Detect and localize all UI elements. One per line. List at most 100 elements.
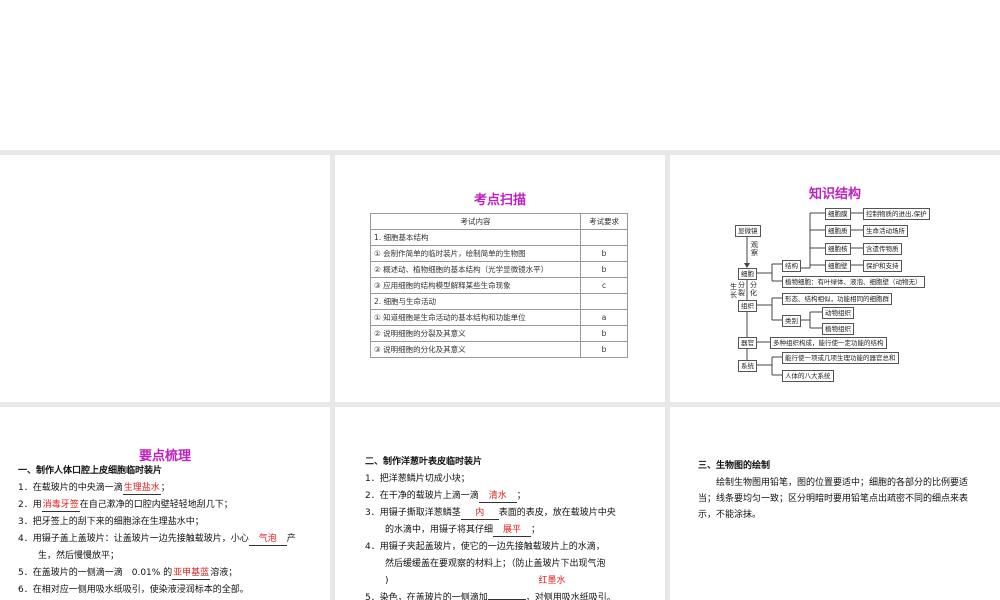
slide-body: 一、制作人体口腔上皮细胞临时装片 1．在载玻片的中央滴一滴生理盐水； 2．用消毒牙… [18, 463, 296, 599]
line-text: 的水滴中，用镊子将其仔细 [385, 525, 494, 535]
exam-requirement-cell: b [580, 261, 628, 278]
nucleus-node: 细胞核 [825, 243, 851, 255]
exam-content-cell: ① 知道细胞是生命活动的基本结构和功能单位 [370, 309, 581, 326]
table-row: ① 知道细胞是生命活动的基本结构和功能单位 a [370, 309, 628, 326]
exam-content-cell: ③ 说明细胞的分化及其意义 [370, 341, 581, 358]
table-row: ③ 说明细胞的分化及其意义 b [370, 341, 628, 358]
exam-content-cell: ③ 应用细胞的结构模型解释某些生命现象 [370, 277, 581, 294]
table-row: ① 会制作简单的临时装片，绘制简单的生物图 b [370, 245, 628, 262]
slide-body: 二、制作洋葱叶表皮临时装片 1．把洋葱鳞片切成小块； 2．在干净的载玻片上滴一滴清… [365, 454, 616, 600]
answer-text: 红墨水 [538, 576, 566, 586]
animal-tissue-node: 动物组织 [822, 307, 854, 319]
line-text: 2．在干净的载玻片上滴一滴 [365, 491, 479, 501]
nucleus-function: 含遗传物质 [863, 243, 902, 255]
slide-thumbnail-2[interactable]: 考点扫描 考试内容 考试要求 1. 细胞基本结构 ① 会制作简单的临时装片，绘制简… [335, 155, 665, 402]
line-text: 5．染色，在盖玻片的一侧滴加 [365, 593, 488, 600]
answer-blank: 消毒牙签 [41, 500, 80, 512]
line-text: 在自己漱净的口腔内壁轻轻地刮几下； [79, 500, 233, 510]
section-heading: 二、制作洋葱叶表皮临时装片 [365, 457, 483, 467]
line-text: ； [531, 525, 541, 535]
answer-blank: 展平 [493, 525, 532, 537]
exam-table: 考试内容 考试要求 1. 细胞基本结构 ① 会制作简单的临时装片，绘制简单的生物图… [370, 213, 628, 358]
line-text: ； [516, 491, 526, 501]
system-node: 系统 [738, 360, 757, 372]
table-row: 2. 细胞与生命活动 [370, 293, 628, 310]
answer-blank: 清水 [478, 491, 517, 503]
table-header-row: 考试内容 考试要求 [370, 213, 628, 230]
exam-content-cell: ② 说明细胞的分裂及其意义 [370, 325, 581, 342]
list-item: 4．用镊子盖上盖玻片：让盖玻片一边先接触载玻片，小心 气泡产 [18, 531, 296, 548]
slide-title: 要点梳理 [138, 449, 191, 464]
exam-requirement-cell: b [580, 325, 628, 342]
list-item: 5．染色，在盖玻片的一侧滴加 ，对侧用吸水纸吸引。 [365, 590, 616, 600]
table-row: ② 说明细胞的分裂及其意义 b [370, 325, 628, 342]
slide-body: 三、生物图的绘制 绘制生物图用铅笔，图的位置要适中；细胞的各部分的比例要适当；线… [698, 458, 978, 523]
exam-requirement-cell: c [580, 277, 628, 294]
list-item: 3．用镊子撕取洋葱鳞茎内表面的表皮，放在载玻片中央 [365, 505, 616, 522]
section-heading: 三、生物图的绘制 [698, 461, 771, 471]
membrane-node: 细胞膜 [825, 208, 851, 220]
list-item: 然后缓缓盖在要观察的材料上；（防止盖玻片下出现气泡 [365, 556, 616, 573]
differentiation-label: 分化 [750, 281, 757, 297]
slide-thumbnail-5[interactable]: 二、制作洋葱叶表皮临时装片 1．把洋葱鳞片切成小块； 2．在干净的载玻片上滴一滴清… [335, 407, 665, 600]
line-text: 溶液； [210, 568, 238, 578]
line-text: ，对侧用吸水纸吸引。 [525, 593, 616, 600]
exam-requirement-cell [580, 229, 628, 246]
membrane-function: 控制物质的进出,保护 [863, 208, 930, 220]
cytoplasm-function: 生命活动场所 [863, 225, 908, 237]
answer-blank: 气泡 [248, 534, 287, 546]
list-item: 5．在盖玻片的一侧滴一滴 0.01% 的亚甲基蓝溶液； [18, 565, 296, 582]
answer-blank: 内 [460, 508, 499, 520]
line-text: 表面的表皮，放在载玻片中央 [498, 508, 616, 518]
cytoplasm-node: 细胞质 [825, 225, 851, 237]
slide-thumbnail-6[interactable]: 三、生物图的绘制 绘制生物图用铅笔，图的位置要适中；细胞的各部分的比例要适当；线… [670, 407, 1000, 600]
plant-cell-node: 植物细胞：有叶绿体、液泡、细胞壁（动物无） [782, 276, 925, 288]
line-text: 3．把牙签上的刮下来的细胞涂在生理盐水中； [18, 517, 204, 527]
exam-requirement-cell: b [580, 341, 628, 358]
list-item: 1．在载玻片的中央滴一滴生理盐水； [18, 480, 296, 497]
table-row: ② 概述动、植物细胞的基本结构（光学显微镜水平） b [370, 261, 628, 278]
system-definition: 能行使一项或几项生理功能的器官总和 [782, 352, 899, 364]
line-text: 生，然后慢慢放平； [38, 551, 120, 561]
slide-thumbnail-1[interactable] [0, 155, 330, 402]
division-label: 分裂 [738, 281, 745, 297]
list-item: ) 红墨水 [365, 573, 616, 590]
exam-requirement-cell: a [580, 309, 628, 326]
line-text: ) [385, 576, 389, 586]
line-text: 然后缓缓盖在要观察的材料上；（防止盖玻片下出现气泡 [385, 559, 606, 569]
wall-node: 细胞壁 [825, 260, 851, 272]
cell-node: 细胞 [738, 268, 757, 280]
slide-thumbnail-4[interactable]: 要点梳理 一、制作人体口腔上皮细胞临时装片 1．在载玻片的中央滴一滴生理盐水； 2… [0, 407, 330, 600]
line-text: 产 [286, 534, 296, 544]
slide-title: 考点扫描 [473, 193, 526, 208]
paragraph: 绘制生物图用铅笔，图的位置要适中；细胞的各部分的比例要适当；线条要均匀一致；区分… [698, 478, 969, 520]
structure-node: 结构 [782, 260, 801, 272]
slide-thumbnail-3[interactable]: 知识结构 显微镜 观察 细胞 结构 细胞膜 控制物质的进出,保护 细胞质 生命活… [670, 155, 1000, 402]
line-text: 1．在载玻片的中央滴一滴 [18, 483, 123, 493]
answer-blank: 生理盐水 [122, 483, 161, 495]
table-row: ③ 应用细胞的结构模型解释某些生命现象 c [370, 277, 628, 294]
line-text: 3．用镊子撕取洋葱鳞茎 [365, 508, 461, 518]
column-header: 考试内容 [370, 213, 581, 230]
answer-blank: 亚甲基蓝 [172, 568, 211, 580]
column-header: 考试要求 [580, 213, 628, 230]
exam-content-cell: 1. 细胞基本结构 [370, 229, 581, 246]
exam-requirement-cell: b [580, 245, 628, 262]
line-text: 6．在相对应一侧用吸水纸吸引，使染液浸润标本的全部。 [18, 585, 249, 595]
list-item: 生，然后慢慢放平； [18, 548, 296, 565]
wall-function: 保护和支持 [863, 260, 902, 272]
list-item: 3．把牙签上的刮下来的细胞涂在生理盐水中； [18, 514, 296, 531]
list-item: 4．用镊子夹起盖玻片，使它的一边先接触载玻片上的水滴， [365, 539, 616, 556]
organ-definition: 多种组织构成，能行使一定功能的结构 [770, 337, 887, 349]
human-systems-node: 人体的八大系统 [782, 370, 834, 382]
line-text: 4．用镊子盖上盖玻片：让盖玻片一边先接触载玻片，小心 [18, 534, 249, 544]
list-item: 的水滴中，用镊子将其仔细 展平； [365, 522, 616, 539]
plant-tissue-node: 植物组织 [822, 323, 854, 335]
line-text: 4．用镊子夹起盖玻片，使它的一边先接触载玻片上的水滴， [365, 542, 605, 552]
organ-node: 器官 [738, 337, 757, 349]
exam-content-cell: 2. 细胞与生命活动 [370, 293, 581, 310]
list-item: 6．在相对应一侧用吸水纸吸引，使染液浸润标本的全部。 [18, 582, 296, 599]
exam-content-cell: ① 会制作简单的临时装片，绘制简单的生物图 [370, 245, 581, 262]
line-text: 1．把洋葱鳞片切成小块； [365, 474, 470, 484]
line-text: 2．用 [18, 500, 42, 510]
